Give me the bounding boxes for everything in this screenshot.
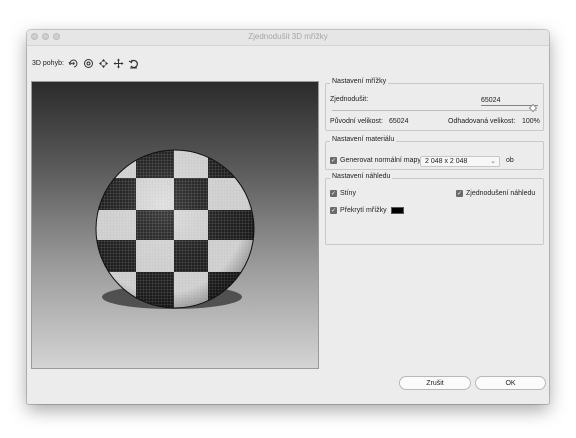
simplify-label: Zjednodušit: (330, 96, 369, 103)
generate-normal-maps-checkbox[interactable] (330, 157, 337, 164)
simplify-input[interactable]: 65024 (481, 96, 538, 106)
normal-map-size-value: 2 048 x 2 048 (425, 158, 468, 165)
simplify-slider-track[interactable] (332, 110, 537, 111)
ok-button[interactable]: OK (475, 376, 546, 390)
reset-view-icon[interactable] (128, 58, 139, 69)
title-bar: Zjednodušit 3D mřížky (27, 30, 549, 46)
generate-normal-maps-label: Generovat normální mapy (340, 157, 421, 164)
material-settings-legend: Nastavení materiálu (330, 136, 397, 143)
window-title: Zjednodušit 3D mřížky (248, 32, 328, 41)
simplify-mesh-dialog: Zjednodušit 3D mřížky 3D pohyb: Nastaven… (27, 30, 549, 404)
size-unit-label: ob (506, 157, 514, 164)
shadows-label: Stíny (340, 190, 356, 197)
sphere-preview-image (95, 149, 255, 309)
estimated-size-value: 100% (522, 118, 540, 125)
3d-motion-label: 3D pohyb: (32, 59, 64, 67)
original-size-label: Původní velikost: (330, 118, 383, 125)
3d-preview-viewport[interactable] (31, 81, 319, 369)
material-settings-group: Nastavení materiálu Generovat normální m… (325, 136, 544, 170)
preview-settings-group: Nastavení náhledu Stíny Zjednodušení náh… (325, 173, 544, 245)
slide-icon[interactable] (113, 58, 124, 69)
mesh-settings-group: Nastavení mřížky Zjednodušit: 65024 Půvo… (325, 78, 544, 131)
simplified-preview-label: Zjednodušení náhledu (466, 190, 536, 197)
chevron-down-icon: ⌄ (490, 158, 496, 165)
cancel-button[interactable]: Zrušit (399, 376, 471, 390)
mesh-settings-legend: Nastavení mřížky (330, 78, 389, 85)
mesh-overlay-color-swatch[interactable] (391, 207, 404, 214)
normal-map-size-select[interactable]: 2 048 x 2 048 ⌄ (420, 156, 500, 167)
simplified-preview-checkbox[interactable] (456, 190, 463, 197)
estimated-size-label: Odhadovaná velikost: (448, 118, 516, 125)
mesh-overlay-checkbox[interactable] (330, 207, 337, 214)
preview-settings-legend: Nastavení náhledu (330, 173, 393, 180)
shadows-checkbox[interactable] (330, 190, 337, 197)
roll-icon[interactable] (83, 58, 94, 69)
orbit-icon[interactable] (68, 58, 79, 69)
pan-icon[interactable] (98, 58, 109, 69)
original-size-value: 65024 (389, 118, 409, 125)
3d-motion-toolbar: 3D pohyb: (32, 57, 139, 69)
mesh-overlay-label: Překrytí mřížky (340, 207, 387, 214)
